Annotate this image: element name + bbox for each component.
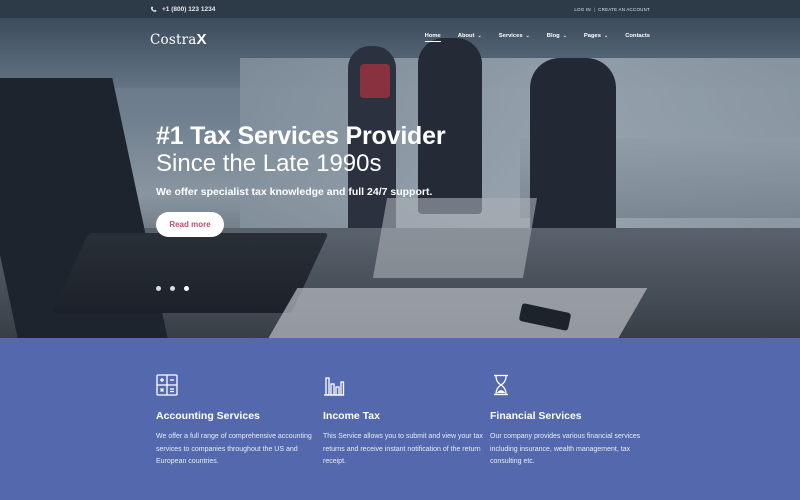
brand-logo[interactable]: CostraX (150, 31, 207, 48)
nav-label: Services (498, 33, 523, 39)
service-title: Financial Services (490, 410, 582, 422)
calculator-icon (156, 374, 178, 396)
nav-label: Blog (546, 33, 560, 39)
top-bar: +1 (800) 123 1234 LOG IN | CREATE AN ACC… (0, 0, 800, 18)
nav-services[interactable]: Services ⌄ (499, 33, 530, 39)
service-card: Income Tax This Service allows you to su… (323, 374, 483, 469)
chevron-down-icon: ⌄ (477, 33, 482, 39)
phone-contact[interactable]: +1 (800) 123 1234 (150, 0, 215, 18)
chevron-down-icon: ⌄ (603, 33, 609, 39)
nav-contacts[interactable]: Contacts (625, 33, 650, 39)
bar-chart-icon (323, 374, 345, 396)
hero-title: #1 Tax Services Provider (156, 122, 446, 150)
account-separator: | (593, 6, 596, 12)
chevron-down-icon: ⌄ (525, 33, 530, 39)
nav-blog[interactable]: Blog ⌄ (547, 33, 567, 39)
phone-number: +1 (800) 123 1234 (162, 5, 216, 13)
brand-mark: X (196, 31, 207, 48)
slider-dots (156, 286, 189, 291)
service-card: Accounting Services We offer a full rang… (156, 374, 316, 469)
nav-label: Home (424, 33, 441, 39)
phone-icon (151, 6, 157, 12)
slider-dot[interactable] (170, 286, 175, 291)
nav-label: About (457, 33, 475, 39)
service-text: We offer a full range of comprehensive a… (156, 433, 312, 465)
nav-home[interactable]: Home (424, 33, 441, 42)
main-nav: Home About ⌄ Services ⌄ Blog ⌄ Pages ⌄ Conta… (424, 33, 650, 42)
service-title: Accounting Services (156, 410, 260, 422)
service-card: Financial Services Our company provides … (490, 374, 650, 469)
brand-name: Costra (150, 32, 197, 48)
slider-dot-active[interactable] (184, 286, 189, 291)
service-text: Our company provides various financial s… (490, 433, 641, 465)
hero-subtitle: Since the Late 1990s (156, 150, 382, 177)
service-text: This Service allows you to submit and vi… (323, 433, 483, 465)
hourglass-icon (490, 374, 512, 396)
create-account-link[interactable]: CREATE AN ACCOUNT (598, 7, 650, 12)
slider-dot[interactable] (156, 286, 161, 291)
nav-label: Contacts (625, 33, 650, 39)
account-links: LOG IN | CREATE AN ACCOUNT (574, 0, 650, 18)
nav-label: Pages (583, 33, 601, 39)
service-title: Income Tax (323, 410, 380, 422)
services-section: Accounting Services We offer a full rang… (0, 338, 800, 500)
hero-content: #1 Tax Services Provider Since the Late … (156, 122, 446, 199)
nav-about[interactable]: About ⌄ (458, 33, 482, 39)
chevron-down-icon: ⌄ (562, 33, 567, 39)
hero-description: We offer specialist tax knowledge and fu… (156, 186, 433, 199)
nav-pages[interactable]: Pages ⌄ (584, 33, 608, 39)
login-link[interactable]: LOG IN (574, 7, 590, 12)
read-more-button[interactable]: Read more (156, 212, 224, 237)
